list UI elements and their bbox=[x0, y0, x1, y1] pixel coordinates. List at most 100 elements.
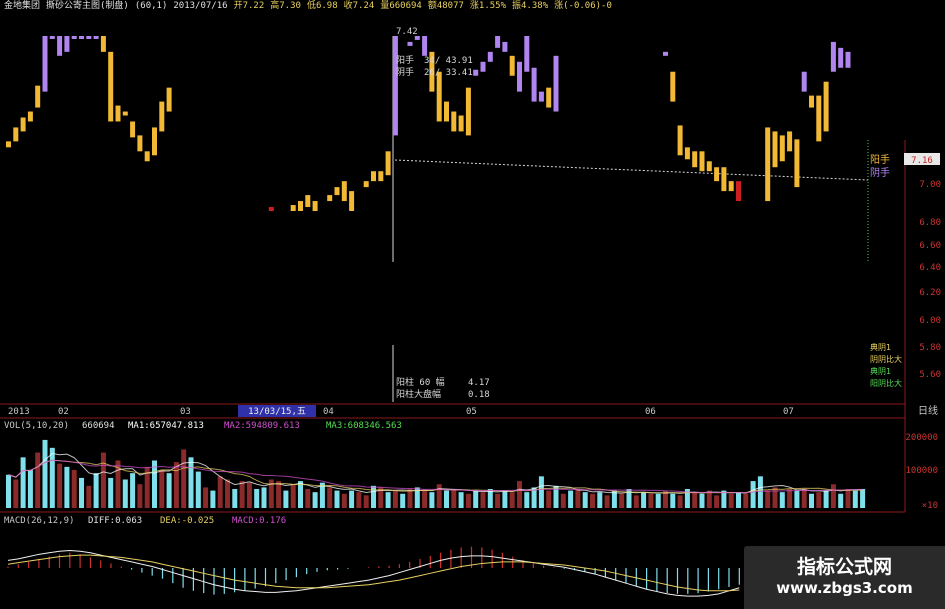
price-bar-26 bbox=[305, 195, 311, 208]
x-axis-label-6: 07 bbox=[783, 407, 794, 417]
volume-bar-80 bbox=[590, 493, 595, 508]
price-label-8: 5.60 bbox=[919, 370, 941, 380]
volume-bar-52 bbox=[385, 492, 391, 508]
volume-bar-23 bbox=[173, 462, 179, 508]
right-yang-label: 阳手 bbox=[870, 153, 890, 166]
price-bar-56 bbox=[546, 87, 552, 108]
price-bar-16 bbox=[122, 111, 128, 116]
annotation-yang-name: 阳手 bbox=[396, 54, 414, 66]
price-bar-44 bbox=[458, 115, 464, 132]
volume-bar-95 bbox=[699, 493, 705, 508]
price-bar-24 bbox=[290, 205, 296, 211]
price-bar-21 bbox=[159, 101, 165, 132]
volume-bar-16 bbox=[122, 479, 128, 508]
volume-value: 660694 bbox=[82, 421, 115, 431]
price-bar-5 bbox=[42, 36, 48, 92]
annotation-yin-name: 阴手 bbox=[396, 66, 414, 78]
volume-bar-71 bbox=[524, 492, 530, 508]
volume-bar-46 bbox=[341, 493, 347, 508]
volume-bar-22 bbox=[166, 473, 172, 508]
price-bar-2 bbox=[20, 117, 26, 132]
price-label-3: 6.60 bbox=[919, 241, 941, 251]
annotation-yin-value: 26/ 33.41 bbox=[424, 68, 473, 78]
header-high: 高7.30 bbox=[270, 1, 301, 11]
volume-bar-42 bbox=[312, 492, 318, 508]
macd-macd: MACD:0.176 bbox=[232, 516, 286, 526]
price-bar-33 bbox=[371, 171, 376, 182]
volume-bar-5 bbox=[42, 439, 48, 508]
indicator-params: (60,1) bbox=[134, 1, 168, 11]
x-axis-label-3: 04 bbox=[323, 407, 334, 417]
volume-bar-68 bbox=[502, 490, 508, 508]
volume-bar-3 bbox=[27, 470, 33, 508]
price-bar-17 bbox=[130, 121, 136, 138]
volume-bar-109 bbox=[801, 489, 807, 508]
indicator-name: 撕砂公寄主图(制盘) bbox=[46, 1, 129, 11]
price-bar-36 bbox=[392, 36, 398, 136]
volume-bar-45 bbox=[334, 490, 340, 508]
volume-bar-39 bbox=[290, 484, 296, 508]
volume-bar-53 bbox=[392, 490, 398, 508]
volume-bar-63 bbox=[465, 493, 471, 508]
volume-bar-14 bbox=[108, 477, 114, 508]
volume-bar-24 bbox=[181, 449, 187, 508]
volume-bar-65 bbox=[480, 492, 486, 508]
price-bar-28 bbox=[327, 195, 333, 202]
volume-bar-96 bbox=[706, 490, 712, 508]
price-bar-34 bbox=[378, 171, 384, 182]
chart-header: 金地集团 撕砂公寄主图(制盘) (60,1) 2013/07/16 开7.22 高7.30… bbox=[4, 1, 618, 12]
price-bar-18 bbox=[137, 135, 143, 152]
volume-bar-40 bbox=[298, 481, 303, 508]
volume-bar-0 bbox=[6, 474, 11, 508]
price-bar-45 bbox=[465, 87, 471, 136]
volume-bar-11 bbox=[86, 485, 92, 508]
header-date: 2013/07/16 bbox=[173, 1, 228, 11]
volume-bar-18 bbox=[137, 484, 143, 508]
price-bar-65 bbox=[714, 167, 720, 182]
price-label-1: 7.00 bbox=[919, 180, 941, 190]
volume-bar-50 bbox=[371, 485, 376, 508]
volume-bar-107 bbox=[787, 489, 793, 508]
price-label-6: 6.00 bbox=[919, 316, 941, 326]
volume-bar-74 bbox=[546, 490, 552, 508]
price-bar-79 bbox=[838, 47, 844, 68]
price-bar-15 bbox=[115, 105, 121, 122]
volume-bar-25 bbox=[188, 457, 194, 508]
volume-bar-13 bbox=[100, 452, 106, 508]
price-bar-46 bbox=[473, 69, 479, 76]
price-bar-13 bbox=[100, 36, 106, 52]
volume-bar-55 bbox=[407, 489, 413, 508]
volume-bar-77 bbox=[568, 490, 574, 508]
price-bar-53 bbox=[524, 36, 530, 72]
volume-title: VOL(5,10,20) bbox=[4, 421, 69, 431]
volume-bar-59 bbox=[436, 484, 442, 508]
volume-bar-76 bbox=[560, 493, 566, 508]
volume-bar-4 bbox=[35, 452, 41, 508]
volume-bar-101 bbox=[743, 493, 749, 508]
price-bar-42 bbox=[444, 101, 449, 122]
volume-ma-line-2 bbox=[8, 459, 863, 494]
price-bar-74 bbox=[801, 71, 807, 92]
volume-bar-37 bbox=[276, 481, 282, 508]
price-bar-73 bbox=[794, 139, 800, 188]
volume-bar-78 bbox=[575, 489, 581, 508]
price-bar-22 bbox=[166, 87, 172, 112]
price-bar-31 bbox=[349, 191, 355, 211]
macd-diff: DIFF:0.063 bbox=[88, 516, 142, 526]
price-bar-27 bbox=[312, 201, 318, 211]
volume-bar-29 bbox=[217, 476, 223, 508]
volume-bar-61 bbox=[451, 489, 457, 508]
volume-bar-86 bbox=[633, 495, 639, 508]
header-open: 开7.22 bbox=[233, 1, 265, 11]
price-bar-49 bbox=[495, 36, 501, 48]
volume-bar-8 bbox=[64, 466, 70, 508]
price-bar-51 bbox=[509, 55, 515, 76]
stock-chart[interactable]: 7.42 7.00 6.80 6.60 6.40 6.20 6.00 5.80 5.60 7.16… bbox=[0, 0, 945, 609]
price-bar-20 bbox=[152, 127, 157, 156]
price-bar-76 bbox=[816, 95, 822, 142]
volume-bar-49 bbox=[363, 495, 369, 508]
volume-tick-2: ×10 bbox=[922, 501, 938, 511]
price-bar-1 bbox=[13, 127, 19, 142]
volume-bar-41 bbox=[305, 489, 311, 508]
price-bar-23 bbox=[268, 207, 274, 211]
